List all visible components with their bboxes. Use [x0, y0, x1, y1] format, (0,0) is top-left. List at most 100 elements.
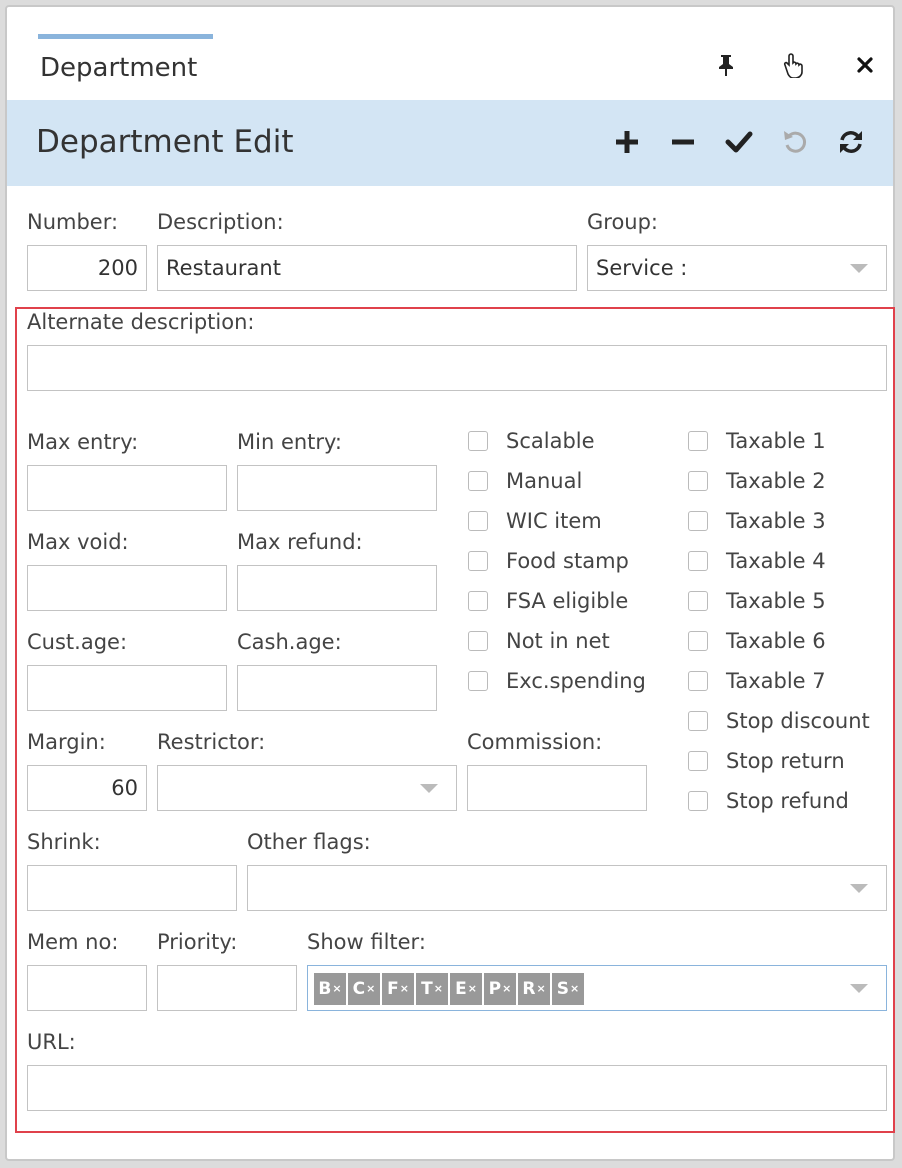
shrink-field[interactable] — [27, 865, 237, 911]
filter-chip-label: P — [488, 979, 502, 999]
checkbox-box[interactable] — [688, 471, 708, 491]
checkbox-label: Taxable 2 — [726, 469, 826, 493]
commission-field[interactable] — [467, 765, 647, 811]
chip-remove-icon[interactable]: × — [468, 967, 477, 1010]
checkbox-box[interactable] — [688, 511, 708, 531]
max-void-field[interactable] — [27, 565, 227, 611]
other-flags-select[interactable] — [247, 865, 887, 911]
filter-chip[interactable]: F × — [382, 973, 414, 1005]
page-title: Department Edit — [36, 124, 294, 160]
url-field[interactable] — [27, 1065, 887, 1111]
cash-age-label: Cash.age: — [237, 630, 342, 654]
margin-label: Margin: — [27, 730, 106, 754]
checkbox-taxable-3[interactable]: Taxable 3 — [688, 507, 826, 535]
checkbox-label: Stop discount — [726, 709, 870, 733]
cust-age-label: Cust.age: — [27, 630, 128, 654]
shrink-label: Shrink: — [27, 830, 101, 854]
filter-chip-label: S — [556, 979, 570, 999]
filter-chip-label: E — [455, 979, 467, 999]
cust-age-field[interactable] — [27, 665, 227, 711]
chevron-down-icon — [850, 884, 868, 893]
mem-no-field[interactable] — [27, 965, 147, 1011]
checkbox-box[interactable] — [688, 671, 708, 691]
checkbox-manual[interactable]: Manual — [468, 467, 582, 495]
checkbox-scalable[interactable]: Scalable — [468, 427, 595, 455]
checkbox-taxable-4[interactable]: Taxable 4 — [688, 547, 826, 575]
checkbox-stop-discount[interactable]: Stop discount — [688, 707, 870, 735]
chip-remove-icon[interactable]: × — [502, 967, 511, 1010]
checkbox-box[interactable] — [688, 711, 708, 731]
header-bar: Department Edit — [7, 100, 893, 186]
undo-button[interactable] — [775, 122, 815, 162]
checkbox-box[interactable] — [468, 671, 488, 691]
number-field[interactable]: 200 — [27, 245, 147, 291]
checkbox-box[interactable] — [688, 551, 708, 571]
filter-chip[interactable]: B × — [314, 973, 346, 1005]
checkbox-label: Exc.spending — [506, 669, 646, 693]
checkbox-box[interactable] — [468, 591, 488, 611]
checkbox-stop-return[interactable]: Stop return — [688, 747, 845, 775]
chip-remove-icon[interactable]: × — [434, 967, 443, 1010]
hand-pointer-icon[interactable] — [777, 47, 813, 83]
max-refund-field[interactable] — [237, 565, 437, 611]
refresh-button[interactable] — [831, 122, 871, 162]
number-label: Number: — [27, 210, 119, 234]
pin-icon[interactable] — [708, 47, 744, 83]
margin-field[interactable]: 60 — [27, 765, 147, 811]
checkbox-box[interactable] — [688, 791, 708, 811]
min-entry-label: Min entry: — [237, 430, 343, 454]
filter-chip[interactable]: E × — [450, 973, 482, 1005]
checkbox-box[interactable] — [468, 471, 488, 491]
checkbox-label: Taxable 3 — [726, 509, 826, 533]
filter-chip-label: R — [522, 979, 536, 999]
alternate-description-field[interactable] — [27, 345, 887, 391]
save-check-button[interactable] — [719, 122, 759, 162]
chip-remove-icon[interactable]: × — [366, 967, 375, 1010]
checkbox-food-stamp[interactable]: Food stamp — [468, 547, 629, 575]
filter-chip[interactable]: T × — [416, 973, 448, 1005]
chip-remove-icon[interactable]: × — [332, 967, 341, 1010]
checkbox-box[interactable] — [468, 631, 488, 651]
checkbox-not-in-net[interactable]: Not in net — [468, 627, 610, 655]
checkbox-taxable-7[interactable]: Taxable 7 — [688, 667, 826, 695]
filter-chip-label: F — [387, 979, 399, 999]
checkbox-label: Taxable 1 — [726, 429, 826, 453]
tab-department[interactable]: Department — [40, 53, 197, 83]
add-button[interactable] — [607, 122, 647, 162]
restrictor-select[interactable] — [157, 765, 457, 811]
checkbox-box[interactable] — [688, 431, 708, 451]
filter-chip[interactable]: S × — [552, 973, 584, 1005]
checkbox-box[interactable] — [468, 431, 488, 451]
remove-button[interactable] — [663, 122, 703, 162]
checkbox-box[interactable] — [688, 631, 708, 651]
checkbox-fsa-eligible[interactable]: FSA eligible — [468, 587, 628, 615]
checkbox-taxable-6[interactable]: Taxable 6 — [688, 627, 826, 655]
group-select[interactable]: Service : — [587, 245, 887, 291]
checkbox-taxable-5[interactable]: Taxable 5 — [688, 587, 826, 615]
close-icon[interactable] — [847, 47, 883, 83]
cash-age-field[interactable] — [237, 665, 437, 711]
checkbox-box[interactable] — [688, 591, 708, 611]
min-entry-field[interactable] — [237, 465, 437, 511]
show-filter-label: Show filter: — [307, 930, 426, 954]
filter-chip[interactable]: R × — [518, 973, 550, 1005]
chip-remove-icon[interactable]: × — [570, 967, 579, 1010]
checkbox-taxable-1[interactable]: Taxable 1 — [688, 427, 826, 455]
checkbox-taxable-2[interactable]: Taxable 2 — [688, 467, 826, 495]
checkbox-box[interactable] — [468, 511, 488, 531]
chip-remove-icon[interactable]: × — [400, 967, 409, 1010]
checkbox-box[interactable] — [468, 551, 488, 571]
description-field[interactable]: Restaurant — [157, 245, 577, 291]
checkbox-stop-refund[interactable]: Stop refund — [688, 787, 849, 815]
chip-remove-icon[interactable]: × — [536, 967, 545, 1010]
max-entry-field[interactable] — [27, 465, 227, 511]
checkbox-exc-spending[interactable]: Exc.spending — [468, 667, 646, 695]
checkbox-wic-item[interactable]: WIC item — [468, 507, 602, 535]
url-label: URL: — [27, 1030, 76, 1054]
max-refund-label: Max refund: — [237, 530, 363, 554]
priority-field[interactable] — [157, 965, 297, 1011]
show-filter-select[interactable]: B × C × F × T × E × P × R × S × — [307, 965, 887, 1011]
checkbox-box[interactable] — [688, 751, 708, 771]
filter-chip[interactable]: C × — [348, 973, 380, 1005]
filter-chip[interactable]: P × — [484, 973, 516, 1005]
